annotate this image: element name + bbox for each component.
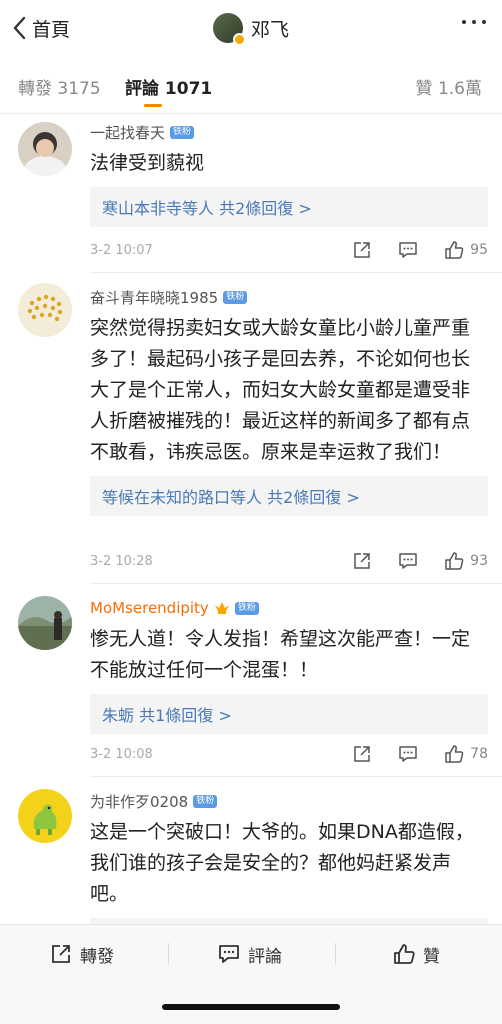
divider xyxy=(0,113,502,114)
comment-author[interactable]: 奋斗青年晓晓1985 xyxy=(90,287,218,308)
thumbs-up-icon xyxy=(445,241,464,259)
avatar[interactable] xyxy=(18,122,72,176)
home-indicator xyxy=(162,1004,340,1010)
comment-author[interactable]: 为非作歹0208 xyxy=(90,791,188,812)
repost-button[interactable]: 轉發 xyxy=(50,941,114,967)
like-label: 贊 xyxy=(423,946,440,967)
share-icon[interactable] xyxy=(352,551,372,571)
comment-icon xyxy=(219,945,239,963)
share-icon[interactable] xyxy=(352,240,372,260)
reply-icon[interactable] xyxy=(398,744,418,764)
tab-reposts[interactable]: 轉發 3175 xyxy=(18,74,101,99)
tab-likes[interactable]: 贊 1.6萬 xyxy=(416,74,482,99)
comment-text: 法律受到藐视 xyxy=(90,152,205,174)
tab-bar: 轉發 3175 評論 1071 贊 1.6萬 xyxy=(0,66,502,110)
divider xyxy=(335,943,336,965)
replies-link[interactable]: 等候在未知的路口等人 共2條回復 > xyxy=(90,476,488,516)
repost-label: 轉發 xyxy=(80,946,114,967)
like-button[interactable]: 78 xyxy=(444,744,488,764)
divider xyxy=(90,272,502,273)
comment-text: 突然觉得拐卖妇女或大龄女童比小龄儿童严重多了！最起码小孩子是回去养，不论如何也长… xyxy=(90,317,471,463)
comment-label: 評論 xyxy=(248,946,282,967)
repost-icon xyxy=(52,945,70,963)
like-post-button[interactable]: 贊 xyxy=(393,941,440,967)
fan-badge: 铁粉 xyxy=(223,290,248,304)
like-button[interactable]: 93 xyxy=(444,551,488,571)
avatar[interactable] xyxy=(18,283,72,337)
divider xyxy=(90,583,502,584)
verified-icon xyxy=(232,33,246,46)
divider xyxy=(168,943,169,965)
comment-text: 惨无人道！令人发指！希望这次能严查！一定不能放过任何一个混蛋！！ xyxy=(90,628,471,681)
nav-user[interactable]: 邓飞 xyxy=(0,12,502,46)
divider xyxy=(90,776,502,777)
like-button[interactable]: 95 xyxy=(444,240,488,260)
share-icon[interactable] xyxy=(352,744,372,764)
page-title: 邓飞 xyxy=(250,18,289,41)
comment-time: 3-2 10:08 xyxy=(90,746,153,762)
thumbs-up-icon xyxy=(394,944,415,964)
active-tab-indicator xyxy=(144,104,162,107)
avatar[interactable] xyxy=(18,596,72,650)
replies-link[interactable]: 寒山本非寺等人 共2條回復 > xyxy=(90,187,488,227)
crown-icon xyxy=(214,602,229,614)
more-icon[interactable] xyxy=(462,20,486,24)
comment-time: 3-2 10:28 xyxy=(90,553,153,569)
nav-bar: 首頁 邓飞 xyxy=(0,0,502,56)
thumbs-up-icon xyxy=(445,745,464,763)
like-count: 93 xyxy=(470,553,488,569)
fan-badge: 铁粉 xyxy=(234,601,259,615)
avatar xyxy=(212,13,246,46)
like-count: 78 xyxy=(470,746,488,762)
comment-time: 3-2 10:07 xyxy=(90,242,153,258)
like-count: 95 xyxy=(470,242,488,258)
comment-text: 这是一个突破口！大爷的。如果DNA都造假，我们谁的孩子会是安全的？都他妈赶紧发声… xyxy=(90,821,474,905)
fan-badge: 铁粉 xyxy=(170,125,195,139)
thumbs-up-icon xyxy=(445,552,464,570)
avatar[interactable] xyxy=(18,789,72,843)
reply-icon[interactable] xyxy=(398,240,418,260)
tab-comments[interactable]: 評論 1071 xyxy=(125,74,212,99)
comment-author[interactable]: MoMserendipity xyxy=(90,599,209,617)
replies-link[interactable]: 朱蛎 共1條回復 > xyxy=(90,694,488,734)
comment-button[interactable]: 評論 xyxy=(218,941,282,967)
comment-author[interactable]: 一起找春天 xyxy=(90,122,165,143)
fan-badge: 铁粉 xyxy=(193,794,218,808)
reply-icon[interactable] xyxy=(398,551,418,571)
